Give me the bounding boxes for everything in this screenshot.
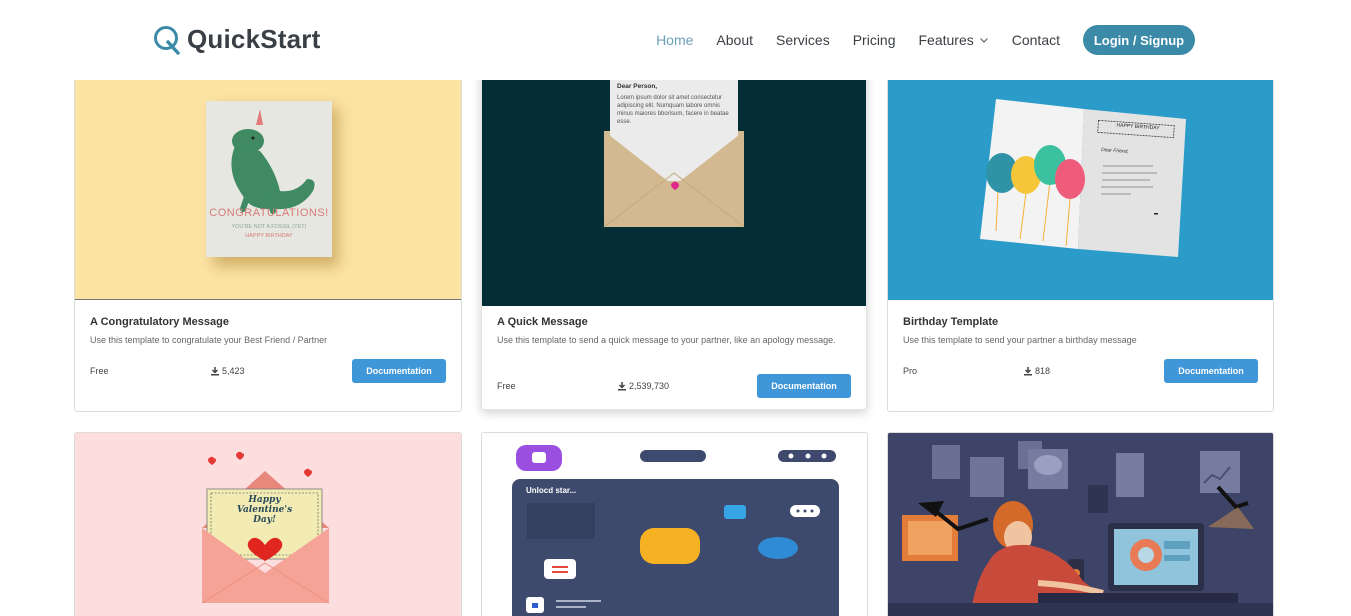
card-image: CONGRATULATIONS! YOU'RE NOT A FOSSIL (YE… — [75, 61, 461, 300]
main-nav: Home About Services Pricing Features Con… — [633, 25, 1195, 55]
card-image: HAPPY BIRTHDAY Dear Friend, — [888, 61, 1273, 300]
login-signup-button[interactable]: Login / Signup — [1083, 25, 1195, 55]
nav-about[interactable]: About — [716, 25, 753, 55]
download-count: 5,423 — [210, 366, 352, 376]
card-caption-main: CONGRATULATIONS! — [209, 207, 329, 219]
card-description: Use this template to congratulate your B… — [90, 335, 328, 345]
nav-services[interactable]: Services — [776, 25, 830, 55]
letter-body: Lorem ipsum dolor sit amet consectetur a… — [617, 95, 729, 125]
download-count: 2,539,730 — [617, 381, 757, 391]
download-count-value: 2,539,730 — [629, 381, 670, 391]
birthday-card-illustration — [980, 99, 1186, 257]
dinosaur-card-illustration — [206, 101, 339, 267]
developer-desk-illustration — [888, 433, 1273, 616]
card-caption-sub1: YOU'RE NOT A FOSSIL (YET) — [231, 224, 307, 230]
download-icon — [618, 382, 626, 391]
card-title: Birthday Template — [903, 316, 999, 328]
valentine-text-1: Happy — [248, 495, 281, 505]
card-image: Happy Valentine's Day! — [75, 433, 461, 616]
card-image: Unlocd star... — [482, 433, 867, 616]
tier-label: Pro — [903, 366, 918, 376]
template-card-congratulatory[interactable]: CONGRATULATIONS! YOU'RE NOT A FOSSIL (YE… — [74, 60, 462, 412]
logo-q-icon — [154, 25, 180, 55]
documentation-button[interactable]: Documentation — [1164, 359, 1258, 383]
download-count-value: 818 — [1035, 366, 1051, 376]
card-image: Dear Person, Lorem ipsum dolor sit amet … — [482, 61, 866, 306]
letter-greeting: Dear Person, — [617, 83, 658, 90]
panel-label: Unlocd star... — [526, 486, 577, 495]
template-card-app-ui[interactable]: Unlocd star... — [481, 432, 868, 616]
card-title: A Quick Message — [497, 316, 588, 328]
nav-home[interactable]: Home — [656, 25, 693, 55]
card-caption-sub2: HAPPY BIRTHDAY — [245, 233, 293, 239]
template-card-valentine[interactable]: Happy Valentine's Day! — [74, 432, 462, 616]
card-description: Use this template to send your partner a… — [903, 335, 1137, 345]
download-count-value: 5,423 — [222, 366, 245, 376]
brand-name: QuickStart — [187, 24, 321, 54]
chevron-down-icon — [979, 38, 988, 43]
download-count: 818 — [1023, 366, 1164, 376]
tier-label: Free — [497, 381, 516, 391]
documentation-button[interactable]: Documentation — [352, 359, 446, 383]
download-icon — [1024, 367, 1032, 376]
template-card-birthday[interactable]: HAPPY BIRTHDAY Dear Friend, Birthday Tem… — [887, 60, 1274, 412]
app-ui-illustration — [512, 445, 839, 616]
card-image — [888, 433, 1273, 616]
brand-logo[interactable]: QuickStart — [153, 24, 321, 55]
download-icon — [211, 367, 219, 376]
nav-contact[interactable]: Contact — [1012, 25, 1060, 55]
nav-features[interactable]: Features — [919, 25, 989, 55]
nav-pricing[interactable]: Pricing — [853, 25, 896, 55]
valentine-text-2: Valentine's — [236, 505, 293, 515]
valentine-text-3: Day! — [253, 515, 276, 525]
template-card-workspace[interactable] — [887, 432, 1274, 616]
tier-label: Free — [90, 366, 109, 376]
site-header: QuickStart Home About Services Pricing F… — [0, 0, 1351, 80]
documentation-button[interactable]: Documentation — [757, 374, 851, 398]
card-description: Use this template to send a quick messag… — [497, 335, 836, 345]
card-title: A Congratulatory Message — [90, 316, 229, 328]
template-card-quick-message[interactable]: Dear Person, Lorem ipsum dolor sit amet … — [481, 60, 867, 410]
nav-features-label: Features — [918, 32, 974, 48]
